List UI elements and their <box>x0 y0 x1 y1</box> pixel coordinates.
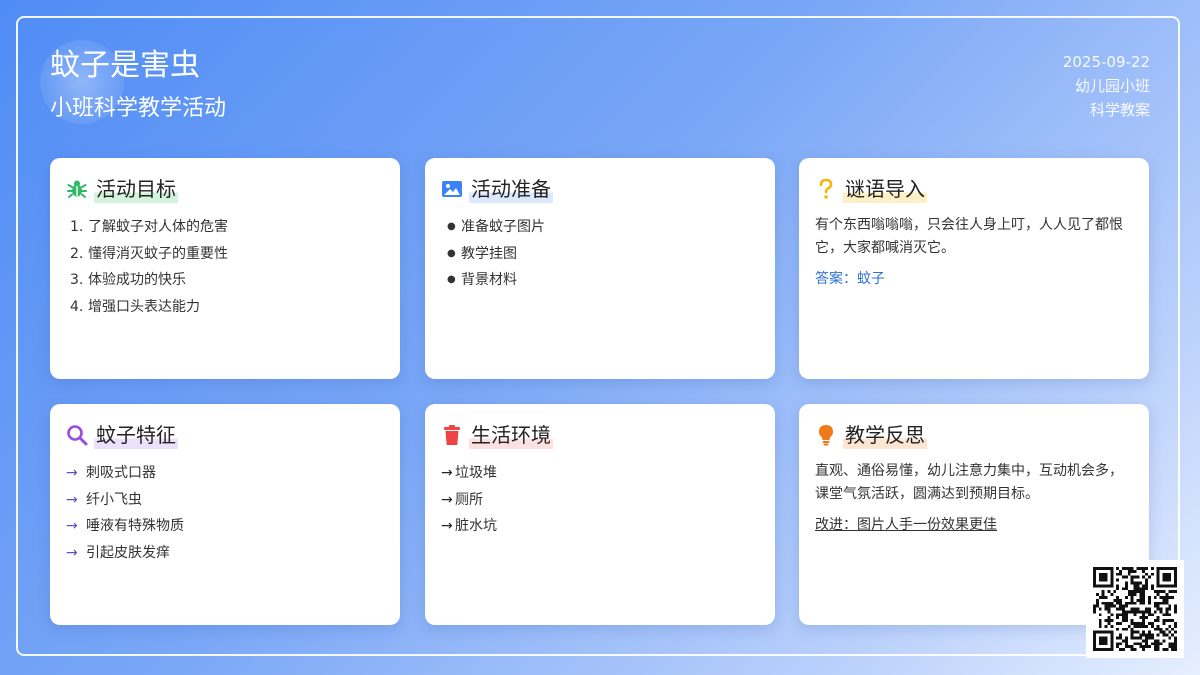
riddle-text: 有个东西嗡嗡嗡，只会往人身上叮，人人见了都恨它，大家都喊消灭它。 <box>815 217 1123 256</box>
date-text: 2025-09-22 <box>1062 53 1150 71</box>
bug-icon <box>66 178 88 200</box>
card-title: 活动准备 <box>469 175 553 203</box>
card-header: 活动准备 <box>441 174 759 204</box>
qr-code <box>1086 560 1184 658</box>
list-item: 4. 增强口头表达能力 <box>70 298 200 315</box>
card-title: 蚊子特征 <box>94 421 178 449</box>
card-title: 活动目标 <box>94 175 178 203</box>
card-header: 教学反思 <box>815 420 1133 450</box>
grade-text: 幼儿园小班 <box>1074 77 1150 95</box>
card-title: 谜语导入 <box>843 175 927 203</box>
features-list: → 刺吸式口器 → 纤小飞虫 → 唾液有特殊物质 → 引起皮肤发痒 <box>66 460 384 566</box>
card-header: 活动目标 <box>66 174 384 204</box>
list-item: → 引起皮肤发痒 <box>66 544 170 561</box>
card-features: 蚊子特征 → 刺吸式口器 → 纤小飞虫 → 唾液有特殊物质 → 引起皮肤发痒 <box>50 404 400 625</box>
goals-list: 1. 了解蚊子对人体的危害 2. 懂得消灭蚊子的重要性 3. 体验成功的快乐 4. 增强… <box>66 214 384 320</box>
list-item: → 厕所 <box>441 491 483 508</box>
list-item: ● 准备蚊子图片 <box>447 219 545 235</box>
card-title: 生活环境 <box>469 421 553 449</box>
type-text: 科学教案 <box>1089 101 1150 119</box>
question-icon <box>815 178 837 200</box>
trash-icon <box>441 424 463 446</box>
card-header: 蚊子特征 <box>66 420 384 450</box>
reflection-text: 直观、通俗易懂，幼儿注意力集中，互动机会多，课堂气氛活跃，圆满达到预期目标。 <box>815 463 1123 502</box>
lightbulb-icon <box>815 424 837 446</box>
prep-list: ● 准备蚊子图片 ● 教学挂图 ● 背景材料 <box>441 214 759 294</box>
list-item: ● 背景材料 <box>447 272 517 288</box>
list-item: 3. 体验成功的快乐 <box>70 272 186 288</box>
page-title: 蚊子是害虫 <box>50 48 200 83</box>
list-item: → 刺吸式口器 <box>66 465 156 481</box>
card-header: 生活环境 <box>441 420 759 450</box>
list-item: ● 教学挂图 <box>447 245 517 262</box>
qr-code-image <box>1093 567 1177 651</box>
list-item: → 纤小飞虫 <box>66 491 142 508</box>
card-header: 谜语导入 <box>815 174 1133 204</box>
list-item: 2. 懂得消灭蚊子的重要性 <box>70 245 228 262</box>
image-icon <box>441 178 463 200</box>
header-meta: 2025-09-22 幼儿园小班 科学教案 <box>1063 50 1150 122</box>
list-item: → 唾液有特殊物质 <box>66 518 184 534</box>
list-item: → 脏水坑 <box>441 518 497 534</box>
page-subtitle: 小班科学教学活动 <box>50 96 227 121</box>
search-icon <box>66 424 88 446</box>
card-title: 教学反思 <box>843 421 927 449</box>
card-goals: 活动目标 1. 了解蚊子对人体的危害 2. 懂得消灭蚊子的重要性 3. 体验成功的快乐… <box>50 158 400 379</box>
riddle-answer: 答案：蚊子 <box>815 271 885 287</box>
list-item: → 垃圾堆 <box>441 465 497 481</box>
card-habitat: 生活环境 → 垃圾堆 → 厕所 → 脏水坑 <box>425 404 775 625</box>
improvement-note: 改进：图片人手一份效果更佳 <box>815 517 997 533</box>
habitat-list: → 垃圾堆 → 厕所 → 脏水坑 <box>441 460 759 540</box>
list-item: 1. 了解蚊子对人体的危害 <box>70 219 228 235</box>
card-riddle: 谜语导入 有个东西嗡嗡嗡，只会往人身上叮，人人见了都恨它，大家都喊消灭它。 答案… <box>799 158 1149 379</box>
card-prep: 活动准备 ● 准备蚊子图片 ● 教学挂图 ● 背景材料 <box>425 158 775 379</box>
